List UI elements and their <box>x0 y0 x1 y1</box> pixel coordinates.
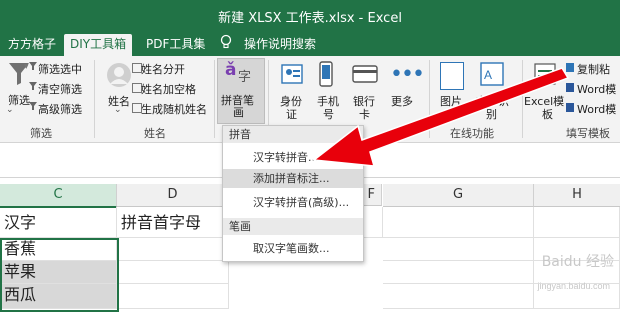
menu-section-strokes: 笔画 <box>223 218 363 235</box>
pinyin-a-icon: ǎ <box>225 60 237 80</box>
clear-filter-icon <box>29 82 37 90</box>
tab-fangfanggezi[interactable]: 方方格子 <box>2 34 62 56</box>
menu-item-stroke-count[interactable]: 取汉字笔画数... <box>223 239 363 258</box>
fill-group-label: 填写模板 <box>566 127 610 140</box>
column-header-d[interactable]: D <box>117 184 229 207</box>
baidu-watermark: Baidu 经验 <box>541 254 614 270</box>
red-arrow-annotation <box>312 67 570 167</box>
add-space-button[interactable]: 姓名加空格 <box>141 81 196 97</box>
name-group-label: 姓名 <box>144 127 166 140</box>
filter-selected-icon <box>29 62 37 70</box>
menu-item-hanzi-to-pinyin-advanced[interactable]: 汉字转拼音(高级)... <box>223 193 363 212</box>
cell[interactable] <box>117 261 229 284</box>
cell[interactable] <box>534 207 620 238</box>
cell[interactable] <box>383 284 534 309</box>
menu-item-add-pinyin-annotation[interactable]: 添加拼音标注... <box>223 169 363 188</box>
chevron-down-icon[interactable]: ⌄ <box>6 105 14 115</box>
column-header-c[interactable]: C <box>0 184 117 208</box>
advanced-filter-icon <box>29 102 37 110</box>
column-header-h[interactable]: H <box>534 184 620 207</box>
baidu-watermark-url: jingyan.baidu.com <box>537 281 610 291</box>
advanced-filter-button[interactable]: 高级筛选 <box>38 101 82 117</box>
pinyin-char-icon: 字 <box>238 70 252 85</box>
random-name-button[interactable]: 生成随机姓名 <box>141 101 207 117</box>
word-template-button-2[interactable]: Word模 <box>577 101 616 117</box>
cell-c1[interactable]: 汉字 <box>0 207 117 238</box>
title-bar: 新建 XLSX 工作表.xlsx - Excel <box>0 0 620 30</box>
id-card-button-line2: 证 <box>286 108 297 121</box>
ribbon-tab-bar: 方方格子 DIY工具箱 PDF工具集 操作说明搜索 <box>0 30 620 56</box>
pinyin-button-line2: 画 <box>233 106 244 119</box>
cell[interactable] <box>117 238 229 261</box>
word-template-button[interactable]: Word模 <box>577 81 616 97</box>
cell[interactable] <box>117 284 229 309</box>
tab-diy-toolbox[interactable]: DIY工具箱 <box>64 34 133 56</box>
filter-group-label: 筛选 <box>30 127 52 140</box>
clear-filter-button[interactable]: 清空筛选 <box>38 81 82 97</box>
lightbulb-icon <box>220 34 232 49</box>
split-name-button[interactable]: 姓名分开 <box>141 61 185 77</box>
column-header-g[interactable]: G <box>383 184 534 207</box>
cell[interactable] <box>383 207 534 238</box>
selection-range <box>0 238 119 312</box>
cell-d1[interactable]: 拼音首字母 <box>117 207 229 238</box>
tell-me-search[interactable]: 操作说明搜索 <box>238 34 322 56</box>
tab-pdf-tools[interactable]: PDF工具集 <box>140 34 211 56</box>
chevron-down-icon[interactable]: ⌄ <box>114 105 122 115</box>
group-divider <box>214 60 215 138</box>
copy-paste-button[interactable]: 复制粘 <box>577 61 610 77</box>
window-title: 新建 XLSX 工作表.xlsx - Excel <box>218 11 402 26</box>
filter-selected-button[interactable]: 筛选选中 <box>38 61 82 77</box>
cell[interactable] <box>383 238 534 261</box>
cell[interactable] <box>383 261 534 284</box>
person-avatar-icon <box>107 63 131 87</box>
group-divider <box>94 60 95 138</box>
